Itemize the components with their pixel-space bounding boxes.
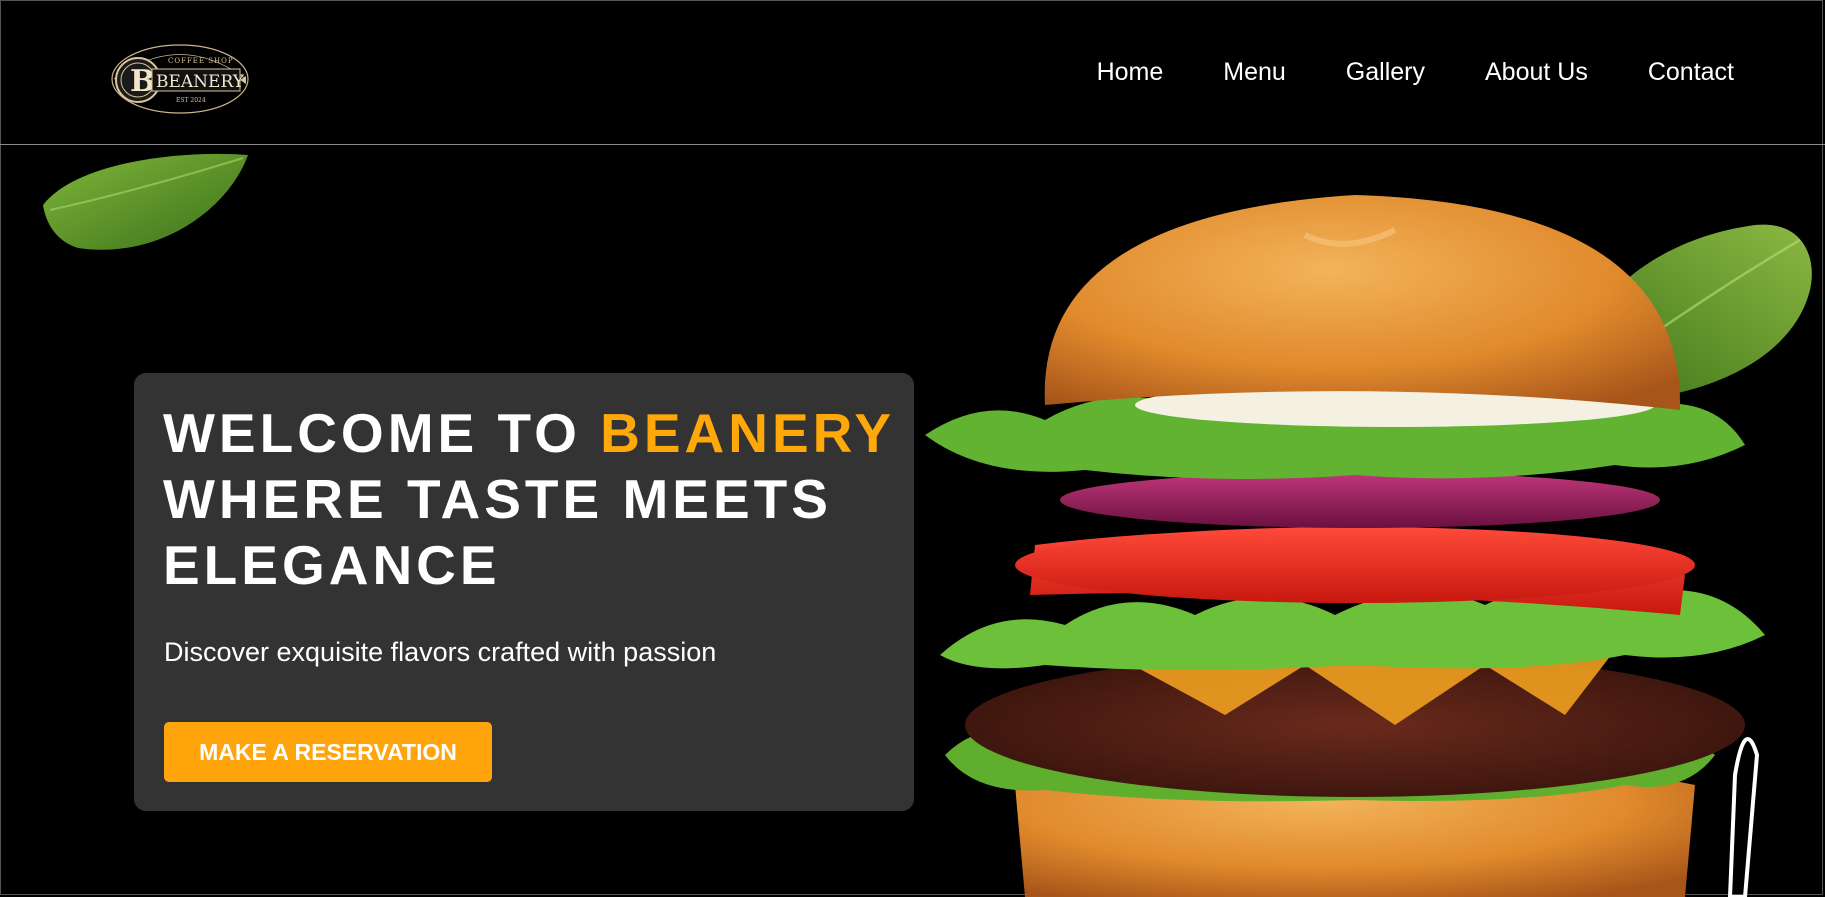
beanery-logo[interactable]: B BEANERY COFFEE SHOP EST 2024 (108, 40, 253, 118)
site-header: B BEANERY COFFEE SHOP EST 2024 Home Menu… (0, 0, 1825, 145)
nav-menu[interactable]: Menu (1223, 58, 1286, 87)
logo-top-text: COFFEE SHOP (168, 57, 234, 65)
nav-contact[interactable]: Contact (1648, 58, 1734, 87)
leaf-image (43, 153, 248, 250)
headline-prefix: WELCOME TO (163, 402, 601, 464)
make-reservation-button[interactable]: MAKE A RESERVATION (164, 722, 492, 782)
nav-gallery[interactable]: Gallery (1346, 58, 1425, 87)
burger-image (925, 195, 1765, 897)
header-divider (0, 144, 1825, 145)
headline-brand: BEANERY (600, 402, 896, 464)
logo-bottom-text: EST 2024 (176, 97, 206, 104)
nav-home[interactable]: Home (1097, 58, 1164, 87)
hero-headline: WELCOME TO BEANERY WHERE TASTE MEETS ELE… (163, 400, 903, 598)
hero-subtitle: Discover exquisite flavors crafted with … (164, 637, 717, 667)
logo-brand-text: BEANERY (156, 72, 245, 92)
main-nav: Home Menu Gallery About Us Contact (1097, 58, 1734, 87)
nav-about-us[interactable]: About Us (1485, 58, 1588, 87)
headline-rest: WHERE TASTE MEETS ELEGANCE (163, 468, 832, 596)
